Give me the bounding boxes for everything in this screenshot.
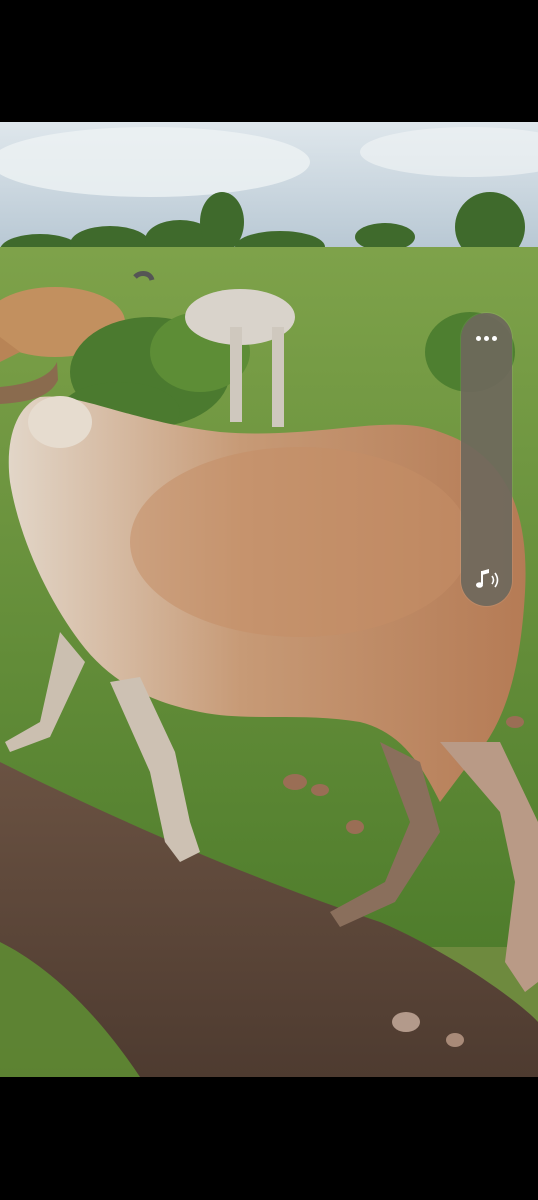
music-note-svg (475, 569, 498, 588)
video-frame[interactable] (0, 122, 538, 1077)
floating-side-panel (461, 313, 512, 606)
video-scene (0, 122, 538, 1077)
top-letterbox (0, 0, 538, 122)
more-dots-icon[interactable] (461, 321, 512, 355)
bottom-letterbox (0, 1077, 538, 1200)
music-note-sound-icon[interactable] (461, 558, 512, 602)
dot (476, 335, 481, 341)
cloud (0, 127, 310, 197)
dot (492, 335, 497, 341)
dot (484, 335, 489, 341)
